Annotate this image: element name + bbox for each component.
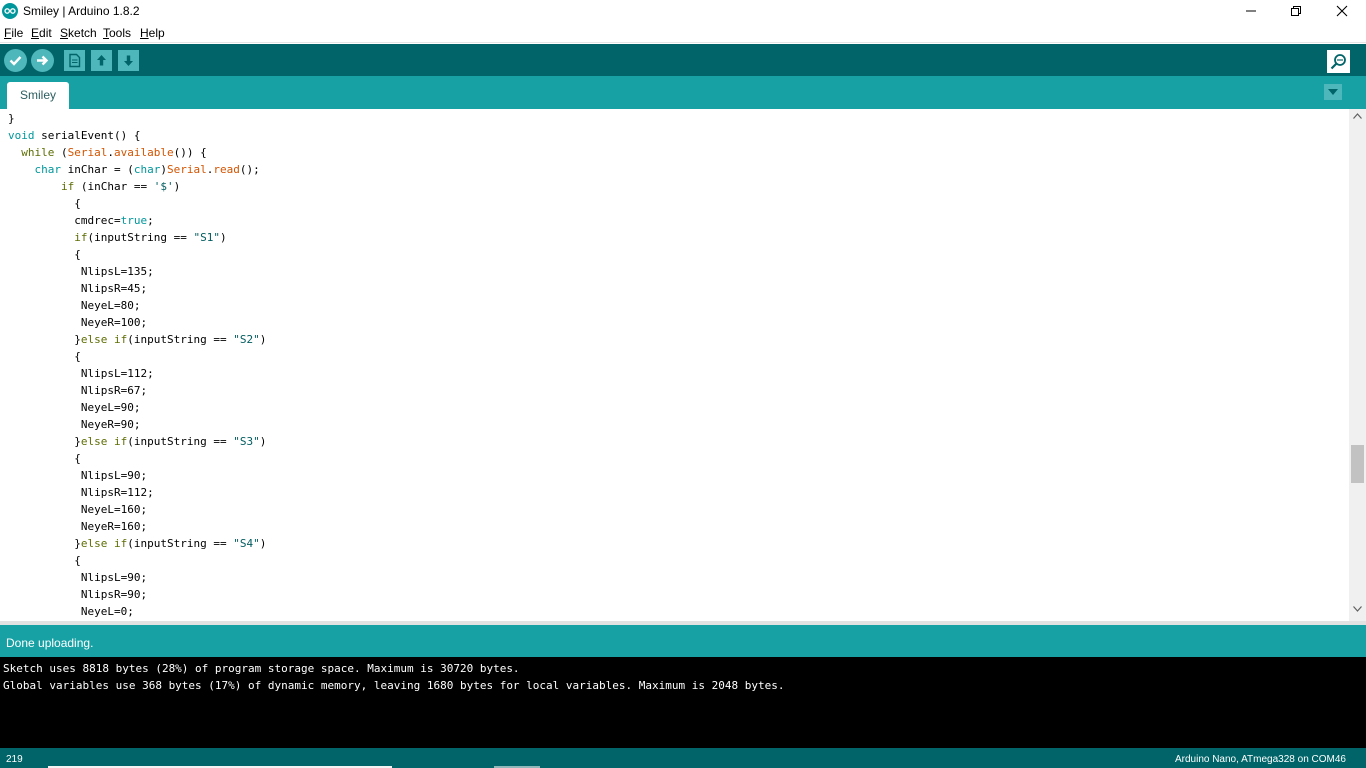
code-line: NeyeR=90; [8, 418, 141, 431]
menu-file[interactable]: File [4, 26, 23, 40]
code-line: NeyeR=160; [8, 520, 148, 533]
upload-button[interactable] [31, 49, 54, 72]
tab-bar: Smiley [0, 76, 1366, 109]
status-bar: Done uploading. [0, 625, 1366, 657]
code-line: NeyeL=160; [8, 503, 148, 516]
title-bar: Smiley | Arduino 1.8.2 [0, 0, 1366, 23]
code-line: { [8, 350, 81, 363]
code-line: NlipsR=45; [8, 282, 148, 295]
scrollbar-thumb[interactable] [1351, 445, 1364, 483]
save-button[interactable] [118, 50, 139, 71]
code-line: NlipsR=67; [8, 384, 148, 397]
tab-smiley[interactable]: Smiley [7, 82, 69, 109]
code-line: NeyeR=100; [8, 316, 148, 329]
restore-button[interactable] [1273, 0, 1319, 23]
code-line: { [8, 197, 81, 210]
code-line: { [8, 554, 81, 567]
console-line: Global variables use 368 bytes (17%) of … [3, 679, 785, 692]
upload-icon [37, 55, 49, 66]
serial-monitor-icon [1330, 54, 1346, 70]
code-line: { [8, 248, 81, 261]
code-line: NeyeL=0; [8, 605, 134, 618]
code-line: if (inChar == '$') [60, 180, 181, 193]
restore-icon [1291, 6, 1301, 16]
code-line: cmdrec=true; [8, 214, 154, 227]
code-line: } [8, 112, 15, 125]
tab-label: Smiley [19, 88, 56, 102]
verify-button[interactable] [4, 49, 27, 72]
code-line: }else if(inputString == "S4") [8, 537, 267, 550]
menu-bar: File Edit Sketch Tools Help [0, 23, 1366, 43]
menu-sketch[interactable]: Sketch [60, 26, 97, 40]
scroll-up-arrow-icon[interactable] [1353, 113, 1362, 119]
scroll-down-arrow-icon[interactable] [1353, 606, 1362, 612]
console-line: Sketch uses 8818 bytes (28%) of program … [3, 662, 520, 675]
verify-icon [9, 56, 22, 66]
menu-edit[interactable]: Edit [31, 26, 52, 40]
minimize-icon [1246, 10, 1256, 12]
open-button[interactable] [91, 50, 112, 71]
toolbar [0, 44, 1366, 76]
code-line: { [8, 452, 81, 465]
code-line: }else if(inputString == "S3") [8, 435, 267, 448]
tab-menu-button[interactable] [1324, 84, 1342, 100]
close-icon [1336, 5, 1348, 17]
code-line: NlipsL=90; [8, 571, 148, 584]
footer-bar: 219 Arduino Nano, ATmega328 on COM46 [0, 748, 1366, 768]
code-editor[interactable]: } void serialEvent() { while (Serial.avai… [0, 109, 1349, 621]
serial-monitor-button[interactable] [1327, 50, 1350, 73]
code-line: NlipsL=135; [8, 265, 154, 278]
open-icon [97, 55, 106, 66]
console-output[interactable]: Sketch uses 8818 bytes (28%) of program … [0, 657, 1366, 748]
line-number: 219 [6, 754, 23, 765]
code-line: char inChar = (char)Serial.read(); [34, 163, 260, 176]
code-line: NlipsR=90; [8, 588, 148, 601]
code-line: void serialEvent() { [8, 129, 141, 142]
new-button[interactable] [64, 50, 85, 71]
window-title: Smiley | Arduino 1.8.2 [23, 4, 140, 18]
arduino-logo-icon [2, 3, 18, 19]
menu-tools[interactable]: Tools [103, 26, 131, 40]
menu-help[interactable]: Help [140, 26, 165, 40]
code-line: NeyeL=80; [8, 299, 141, 312]
board-info: Arduino Nano, ATmega328 on COM46 [1174, 754, 1346, 765]
code-line: NeyeL=90; [8, 401, 141, 414]
editor-vertical-scrollbar[interactable] [1349, 109, 1366, 621]
new-icon [69, 53, 81, 68]
close-button[interactable] [1319, 0, 1365, 23]
save-icon [124, 55, 133, 66]
minimize-button[interactable] [1228, 0, 1274, 23]
code-line: if(inputString == "S1") [74, 231, 227, 244]
code-line: while (Serial.available()) { [21, 146, 207, 159]
status-message: Done uploading. [6, 636, 94, 650]
code-line: NlipsR=112; [8, 486, 154, 499]
code-line: NlipsL=90; [8, 469, 148, 482]
chevron-down-icon [1328, 89, 1338, 95]
code-line: }else if(inputString == "S2") [8, 333, 267, 346]
code-line: NlipsL=112; [8, 367, 154, 380]
